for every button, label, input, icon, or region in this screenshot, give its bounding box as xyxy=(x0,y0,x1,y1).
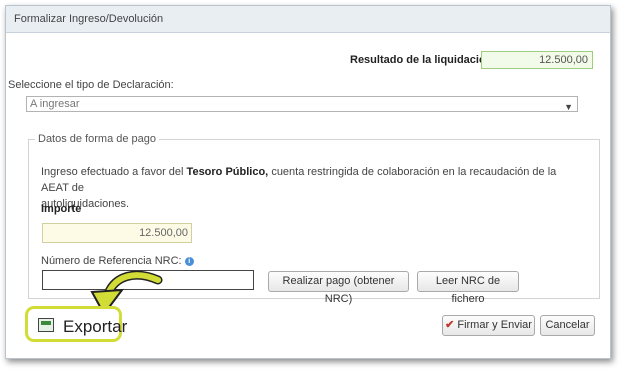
resultado-label: Resultado de la liquidación xyxy=(350,54,493,66)
nrc-label: Número de Referencia NRC: i xyxy=(41,255,194,267)
dialog-titlebar: Formalizar Ingreso/Devolución xyxy=(6,6,610,33)
firmar-enviar-button[interactable]: ✔ Firmar y Enviar xyxy=(442,315,535,336)
realizar-pago-button[interactable]: Realizar pago (obtener NRC) xyxy=(268,271,409,305)
description-bold: Tesoro Público, xyxy=(186,166,269,178)
resultado-field: 12.500,00 xyxy=(481,51,593,69)
tipo-declaracion-value: A ingresar xyxy=(30,98,80,110)
sign-icon: ✔ xyxy=(445,319,455,331)
nrc-label-text: Número de Referencia NRC: xyxy=(41,255,182,267)
export-icon xyxy=(38,318,54,332)
tipo-declaracion-label: Seleccione el tipo de Declaración: xyxy=(8,79,174,91)
forma-pago-description: Ingreso efectuado a favor del Tesoro Púb… xyxy=(41,164,581,212)
cancelar-button[interactable]: Cancelar xyxy=(540,315,595,336)
firmar-label: Firmar y Enviar xyxy=(457,319,532,331)
leer-nrc-button[interactable]: Leer NRC de fichero xyxy=(417,271,519,305)
description-prefix: Ingreso efectuado a favor del xyxy=(41,166,184,178)
dialog-title: Formalizar Ingreso/Devolución xyxy=(14,13,164,25)
exportar-label: Exportar xyxy=(63,317,128,336)
exportar-button[interactable]: Exportar xyxy=(25,306,127,342)
tipo-declaracion-select[interactable]: A ingresar ▼ xyxy=(26,96,578,112)
dropdown-arrow-icon: ▼ xyxy=(564,102,573,112)
importe-label: Importe xyxy=(41,203,82,215)
forma-pago-legend: Datos de forma de pago xyxy=(35,133,160,145)
importe-field: 12.500,00 xyxy=(42,223,192,243)
info-icon[interactable]: i xyxy=(184,256,194,266)
